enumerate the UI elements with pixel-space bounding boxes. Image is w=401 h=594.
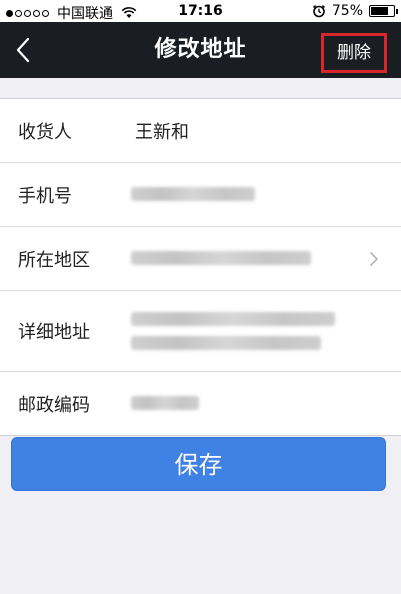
form-row-phone[interactable]: 手机号 [0, 163, 401, 227]
battery-icon [369, 5, 398, 17]
phone-input-blurred[interactable] [131, 187, 255, 201]
region-select-blurred[interactable] [131, 251, 311, 265]
alarm-icon [312, 5, 325, 18]
region-label: 所在地区 [18, 249, 90, 271]
form-row-address[interactable]: 详细地址 [0, 291, 401, 372]
phone-label: 手机号 [18, 185, 72, 207]
address-input-blurred-line2[interactable] [131, 336, 321, 350]
form-row-recipient[interactable]: 收货人 王新和 [0, 99, 401, 163]
navigation-bar: 修改地址 删除 [0, 22, 401, 78]
postcode-label: 邮政编码 [18, 394, 90, 416]
address-form: 收货人 王新和 手机号 所在地区 详细地址 邮政编码 [0, 98, 401, 436]
recipient-label: 收货人 [18, 121, 72, 143]
recipient-input[interactable]: 王新和 [135, 99, 189, 162]
form-row-postcode[interactable]: 邮政编码 [0, 372, 401, 435]
address-label: 详细地址 [18, 322, 90, 343]
status-right: 75% [312, 3, 398, 19]
save-button[interactable]: 保存 [11, 437, 386, 491]
address-input-blurred-line1[interactable] [131, 312, 335, 326]
chevron-right-icon [370, 252, 378, 266]
postcode-input-blurred[interactable] [131, 396, 199, 410]
battery-tip [396, 9, 398, 14]
battery-percent: 75% [331, 3, 363, 19]
status-bar: 中国联通 17:16 75% [0, 0, 401, 22]
battery-level [371, 7, 388, 15]
delete-button[interactable]: 删除 [321, 33, 387, 73]
form-row-region[interactable]: 所在地区 [0, 227, 401, 291]
